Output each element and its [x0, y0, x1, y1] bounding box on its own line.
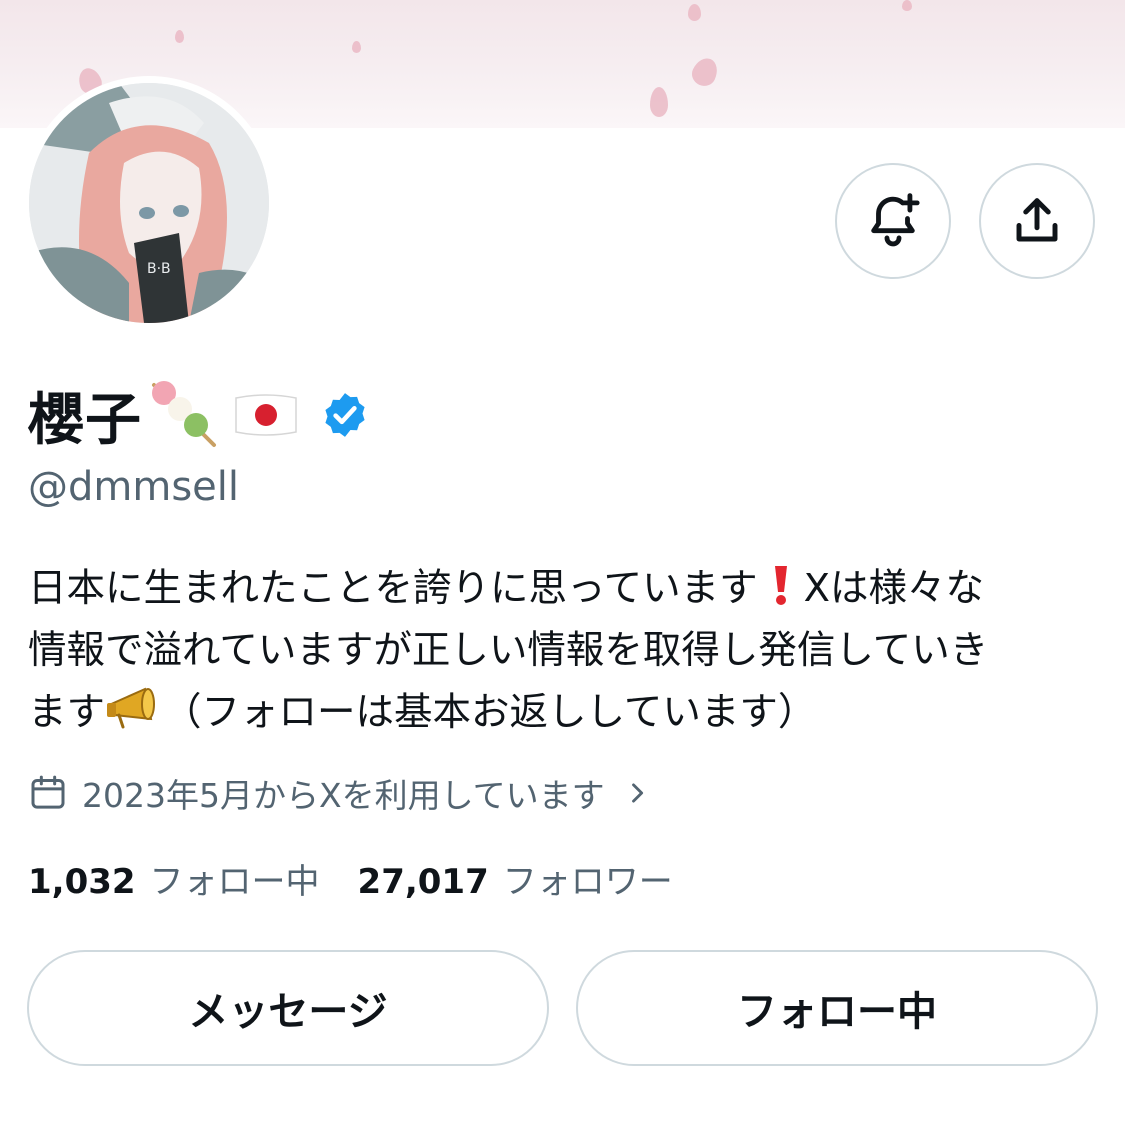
- chevron-right-icon: [631, 783, 643, 803]
- following-label: フォロー中: [149, 861, 320, 902]
- following-stat[interactable]: 1,032 フォロー中: [28, 854, 320, 903]
- petal-decoration: [650, 87, 668, 117]
- japan-flag-emoji: [235, 394, 297, 436]
- display-name-row: 櫻子: [28, 375, 370, 455]
- bio-text: Xは様々な: [803, 566, 984, 611]
- red-exclamation-emoji: [774, 566, 787, 605]
- petal-decoration: [688, 4, 701, 21]
- bio-text: （フォローは基本お返ししています）: [163, 690, 817, 735]
- bio-text: 日本に生まれたことを誇りに思っています: [28, 566, 758, 611]
- profile-avatar[interactable]: B·B: [22, 76, 276, 330]
- svg-text:B·B: B·B: [147, 261, 171, 277]
- notification-bell-button[interactable]: [835, 163, 951, 279]
- petal-decoration: [902, 0, 912, 11]
- bio-line-3: ます （フォローは基本お返ししています）: [28, 682, 1108, 744]
- bell-plus-icon: [871, 193, 920, 247]
- dango-emoji: [152, 381, 216, 447]
- followers-stat[interactable]: 27,017 フォロワー: [358, 854, 673, 903]
- join-date-row[interactable]: 2023年5月からXを利用しています: [28, 768, 651, 818]
- verified-badge-icon[interactable]: [320, 390, 370, 440]
- share-upload-icon: [1016, 198, 1058, 242]
- join-date-text: 2023年5月からXを利用しています: [82, 776, 605, 815]
- calendar-icon: [31, 775, 65, 809]
- user-handle: @dmmsell: [28, 464, 239, 510]
- following-count: 1,032: [28, 861, 136, 902]
- followers-count: 27,017: [357, 861, 489, 902]
- follow-stats: 1,032 フォロー中 27,017 フォロワー: [28, 852, 673, 904]
- following-button[interactable]: フォロー中: [576, 950, 1098, 1066]
- avatar-image: B·B: [29, 83, 269, 323]
- share-button[interactable]: [979, 163, 1095, 279]
- message-button[interactable]: メッセージ: [27, 950, 549, 1066]
- megaphone-emoji: [107, 687, 156, 729]
- bio-text: ます: [28, 690, 106, 735]
- avatar-illustration: B·B: [29, 83, 269, 323]
- profile-bio: 日本に生まれたことを誇りに思っています Xは様々な 情報で溢れていますが正しい情報…: [28, 558, 1108, 744]
- followers-label: フォロワー: [502, 861, 673, 902]
- petal-decoration: [352, 41, 361, 53]
- display-name: 櫻子: [28, 387, 142, 453]
- bio-line-1: 日本に生まれたことを誇りに思っています Xは様々な: [28, 558, 1108, 620]
- petal-decoration: [688, 54, 722, 90]
- bio-line-2: 情報で溢れていますが正しい情報を取得し発信していき: [28, 628, 989, 673]
- petal-decoration: [175, 30, 184, 43]
